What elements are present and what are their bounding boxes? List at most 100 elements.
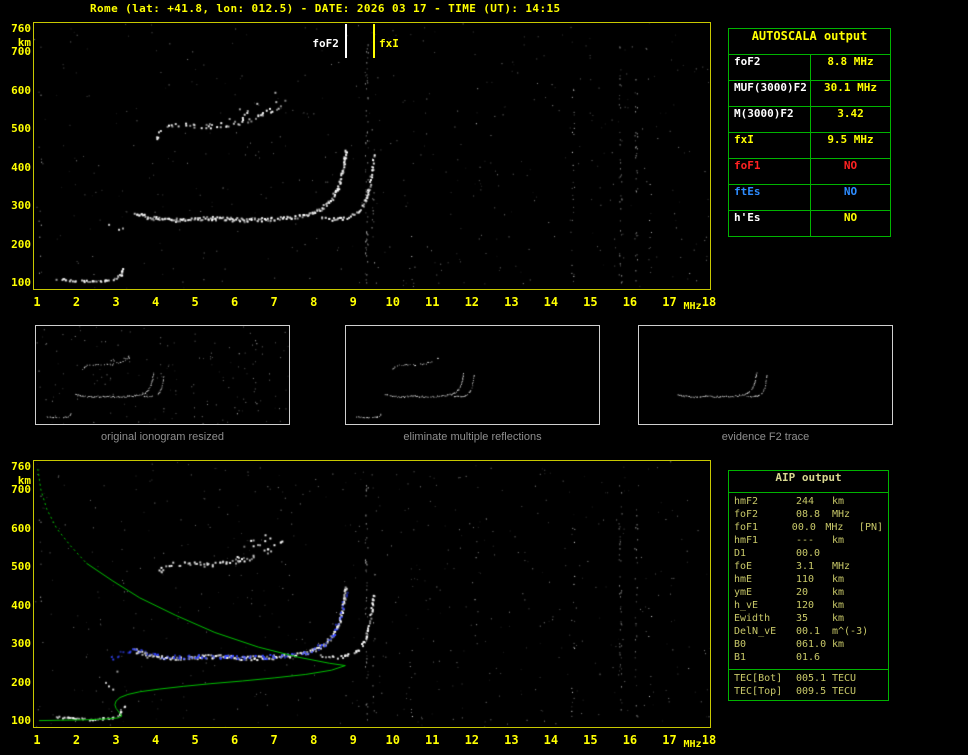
aip-tec-rows: TEC[Bot] 005.1 TECU TEC[Top] 009.5 TECU [729,669,888,699]
x-axis-tick: 15 [583,733,598,747]
aip-param-label: hmF1 [734,535,759,546]
x-axis-tick: 8 [310,295,318,309]
x-axis-tick: 3 [112,733,120,747]
thumbnail-canvas [36,326,289,424]
x-axis-tick: 5 [191,733,199,747]
aip-param-unit: MHz [832,509,851,520]
ionogram-plot: foF2 fxI [33,22,711,290]
aip-param-label: ymE [734,587,753,598]
x-axis-tick: 6 [231,733,239,747]
autoscala-param-value: 9.5 MHz [827,133,874,146]
autoscala-param-label: MUF(3000)F2 [729,81,811,106]
thumbnail-eliminate-reflections [345,325,600,425]
y-axis-tick: 400 [11,598,31,612]
window-title: Rome (lat: +41.8, lon: 012.5) - DATE: 20… [90,2,561,15]
aip-param-unit: km [832,600,845,611]
aip-param-flag [868,535,883,548]
aip-param-unit: km [832,496,845,507]
aip-row: DelN_vE 00.1 m^(-3) [729,626,888,639]
aip-row: hmF1 --- km [729,535,888,548]
autoscala-row: M(3000)F2 3.42 [729,107,890,133]
aip-param-value: 20 [796,587,809,598]
aip-param-flag [868,652,883,665]
autoscala-table-title: AUTOSCALA output [729,29,890,55]
autoscala-row: foF1 NO [729,159,890,185]
fxi-marker-label: fxI [379,37,399,50]
thumbnail-caption: evidence F2 trace [721,431,810,443]
aip-row: h_vE 120 km [729,600,888,613]
aip-param-flag [868,600,883,613]
aip-table-rows: hmF2 244 km foF2 08.8 MHz foF1 00.0 MHz [PN] hmF1 -… [729,493,888,665]
aip-param-flag: [PN] [858,522,884,533]
aip-param-flag [868,574,883,587]
y-axis-tick: 600 [11,521,31,535]
aip-param-value: 110 [796,574,815,585]
aip-param-flag [868,496,883,509]
y-axis-tick: 600 [11,83,31,97]
x-axis-tick: 3 [112,295,120,309]
y-axis-tick: 500 [11,122,31,136]
x-axis-tick: 7 [270,733,278,747]
thumbnail-caption: original ionogram resized [101,431,224,443]
thumbnail-evidence-f2 [638,325,893,425]
aip-param-flag [868,587,883,600]
aip-row: foF1 00.0 MHz [PN] [729,522,888,535]
aip-param-label: foF2 [734,509,759,520]
aip-param-flag [868,561,883,574]
x-axis-tick: 5 [191,295,199,309]
aip-table-title: AIP output [729,471,888,493]
aip-param-label: h_vE [734,600,759,611]
aip-param-flag [868,639,883,652]
y-axis-tick: 300 [11,199,31,213]
aip-param-value: 08.8 [796,509,821,520]
autoscala-row: h'Es NO [729,211,890,236]
aip-param-flag [868,686,883,699]
x-axis-tick: 14 [543,733,559,747]
aip-param-value: 01.6 [796,652,821,663]
aip-param-label: B1 [734,652,747,663]
x-axis-tick: 4 [151,295,160,309]
aip-param-unit: MHz [832,561,851,572]
aip-row: D1 00.0 [729,548,888,561]
x-axis-tick: 6 [231,295,239,309]
x-axis-tick: 12 [464,733,480,747]
aip-param-label: D1 [734,548,747,559]
aip-row: foE 3.1 MHz [729,561,888,574]
aip-param-label: TEC[Bot] [734,673,783,684]
y-axis-unit: km [17,36,31,49]
aip-param-unit: km [832,535,845,546]
aip-param-unit: TECU [832,673,857,684]
autoscala-param-label: fxI [729,133,811,158]
autoscala-param-value: 30.1 MHz [824,81,877,94]
aip-row: TEC[Top] 009.5 TECU [729,686,888,699]
aip-row: hmE 110 km [729,574,888,587]
aip-row: B1 01.6 [729,652,888,665]
x-axis-tick: 10 [385,733,400,747]
aip-param-value: 3.1 [796,561,815,572]
x-axis-tick: 13 [504,733,519,747]
aip-param-flag [868,613,883,626]
y-axis-tick: 760 [11,22,31,35]
aip-param-unit: km [832,639,845,650]
aip-param-value: 244 [796,496,815,507]
thumbnail-canvas [639,326,892,424]
thumbnail-caption: eliminate multiple reflections [403,431,542,443]
ionogram-canvas [34,23,710,289]
aip-param-label: DelN_vE [734,626,777,637]
aip-param-value: 009.5 [796,686,827,697]
aip-param-unit: m^(-3) [832,626,869,637]
aip-param-unit: km [832,574,845,585]
aip-param-label: TEC[Top] [734,686,783,697]
x-axis-tick: 1 [33,733,41,747]
profile-canvas [34,461,710,727]
aip-param-label: Ewidth [734,613,771,624]
aip-param-value: 00.0 [796,548,821,559]
x-axis-tick: 17 [662,295,677,309]
y-axis-tick: 200 [11,237,31,251]
x-axis-unit: MHz [683,301,702,312]
aip-row: foF2 08.8 MHz [729,509,888,522]
autoscala-output-table: AUTOSCALA output foF2 8.8 MHz MUF(3000)F2 3… [728,28,891,237]
aip-param-unit: km [832,613,845,624]
autoscala-table-rows: foF2 8.8 MHz MUF(3000)F2 30.1 MHz M(3000)F2 3… [729,55,890,236]
x-axis-tick: 13 [504,295,519,309]
